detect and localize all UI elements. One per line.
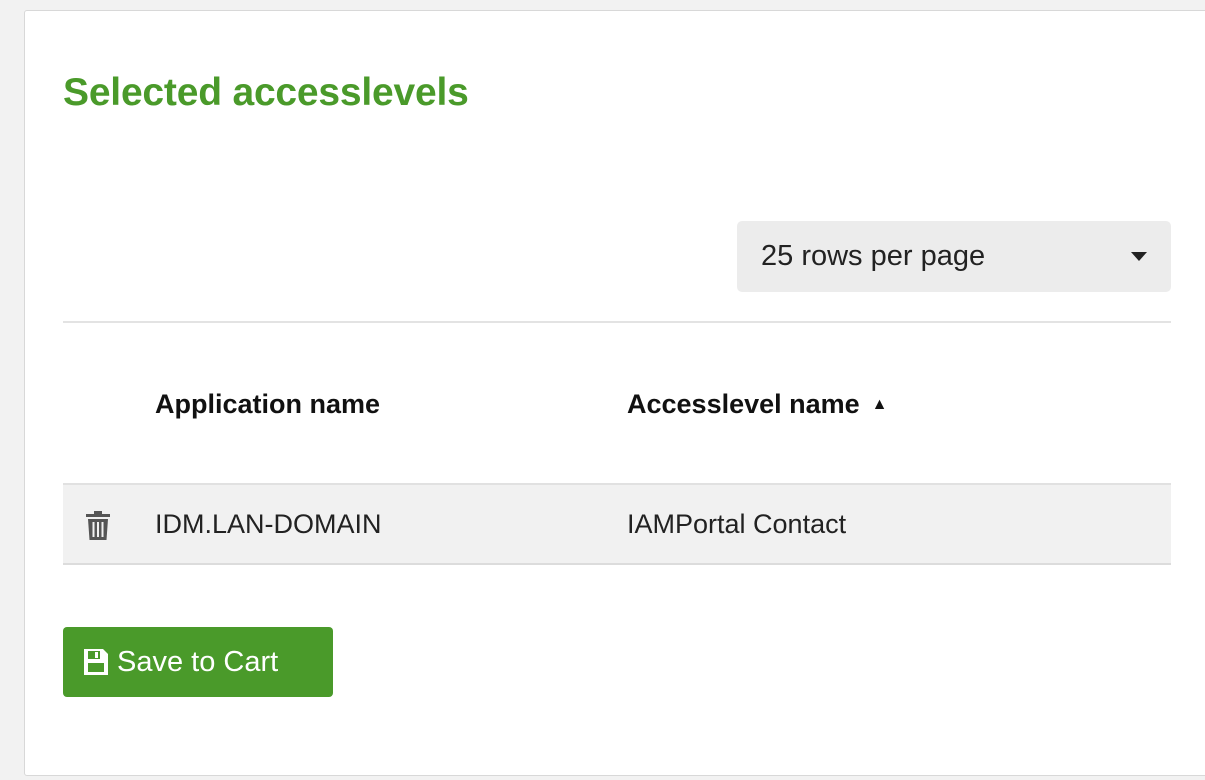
accesslevel-name-cell: IAMPortal Contact (627, 509, 847, 539)
caret-down-icon (1131, 252, 1147, 261)
table-row: IDM.LAN-DOMAIN IAMPortal Contact (63, 483, 1171, 565)
column-header-label: Application name (155, 389, 381, 419)
trash-icon[interactable] (85, 511, 111, 541)
application-name-cell: IDM.LAN-DOMAIN (155, 509, 382, 539)
floppy-disk-icon (84, 649, 108, 675)
column-header-application-name[interactable]: Application name (155, 389, 380, 420)
save-button-label: Save to Cart (117, 645, 279, 678)
divider (63, 321, 1171, 323)
save-to-cart-button[interactable]: Save to Cart (63, 627, 333, 697)
column-header-label: Accesslevel name (627, 389, 860, 419)
rows-per-page-value: 25 rows per page (761, 240, 986, 272)
panel-title: Selected accesslevels (63, 71, 469, 114)
column-header-accesslevel-name[interactable]: Accesslevel name ▲ (627, 389, 888, 420)
rows-per-page-select[interactable]: 25 rows per page (737, 221, 1171, 292)
sort-ascending-icon: ▲ (871, 396, 888, 413)
selected-accesslevels-panel: Selected accesslevels 25 rows per page A… (24, 10, 1205, 776)
